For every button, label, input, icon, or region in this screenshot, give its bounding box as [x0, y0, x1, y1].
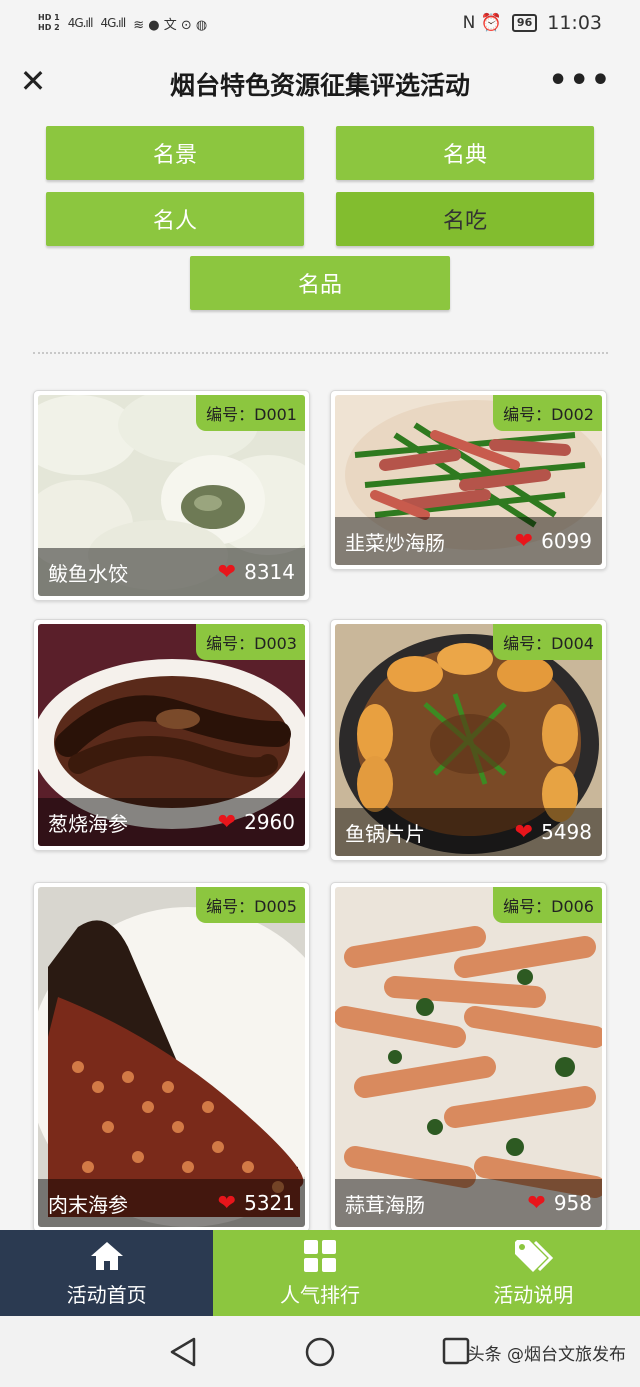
dish-name: 蒜茸海肠: [345, 1192, 425, 1217]
heart-icon[interactable]: ❤: [515, 529, 533, 554]
status-bar: HD 1 HD 2 4G.ıll 4G.ıll ≋ ● 文 ⊙ ◍ N ⏰ 96…: [0, 0, 640, 46]
divider: [33, 352, 608, 354]
dish-code-badge: 编号：D001: [196, 395, 305, 431]
dish-name: 韭菜炒海肠: [345, 530, 445, 555]
vote-number: 5321: [244, 1191, 295, 1215]
garlic-sea-worm-image: [335, 887, 602, 1227]
bottom-nav: 活动首页 人气排行 活动说明: [0, 1230, 640, 1316]
page-title: 烟台特色资源征集评选活动: [169, 71, 470, 100]
card-footer: 韭菜炒海肠 ❤ 6099: [335, 517, 602, 565]
home-circle-icon[interactable]: [304, 1336, 336, 1368]
dish-card[interactable]: 编号：D002 韭菜炒海肠 ❤ 6099: [330, 390, 607, 570]
vote-count: ❤ 8314: [218, 560, 295, 585]
dish-image: 编号：D005 肉末海参 ❤ 5321: [38, 887, 305, 1227]
recents-square-icon[interactable]: [441, 1336, 471, 1366]
dish-card[interactable]: 编号：D005 肉末海参 ❤ 5321: [33, 882, 310, 1230]
dish-name: 肉末海参: [48, 1192, 128, 1217]
card-footer: 肉末海参 ❤ 5321: [38, 1179, 305, 1227]
dish-code-badge: 编号：D002: [493, 395, 602, 431]
nav-label: 活动说明: [493, 1282, 574, 1307]
category-button-mingdian[interactable]: 名典: [336, 126, 594, 180]
category-button-mingpin[interactable]: 名品: [190, 256, 450, 310]
dish-code-badge: 编号：D004: [493, 624, 602, 660]
heart-icon[interactable]: ❤: [527, 1191, 545, 1216]
heart-icon[interactable]: ❤: [218, 1191, 236, 1216]
nfc-alarm-icon: N ⏰: [462, 13, 502, 33]
status-icons: ≋ ● 文 ⊙ ◍: [133, 17, 208, 33]
dish-card[interactable]: 编号：D004 鱼锅片片 ❤ 5498: [330, 619, 607, 861]
nav-label: 人气排行: [279, 1282, 360, 1307]
dish-image: 编号：D003 葱烧海参 ❤ 2960: [38, 624, 305, 846]
category-button-mingjing[interactable]: 名景: [46, 126, 304, 180]
minced-pork-sea-cucumber-image: [38, 887, 305, 1227]
dish-code-badge: 编号：D003: [196, 624, 305, 660]
status-time: 11:03: [547, 12, 602, 34]
status-right: N ⏰ 96 11:03: [463, 12, 602, 34]
nav-item-ranking[interactable]: 人气排行: [213, 1230, 427, 1316]
vote-number: 5498: [541, 820, 592, 844]
vote-count: ❤ 5498: [515, 820, 592, 845]
grid-icon: [303, 1239, 337, 1273]
battery-icon: 96: [511, 14, 538, 32]
vote-number: 958: [553, 1191, 592, 1215]
heart-icon[interactable]: ❤: [515, 820, 533, 845]
card-footer: 葱烧海参 ❤ 2960: [38, 798, 305, 846]
vote-number: 6099: [541, 529, 592, 553]
card-footer: 鱼锅片片 ❤ 5498: [335, 808, 602, 856]
dish-name: 葱烧海参: [48, 811, 128, 836]
dish-image: 编号：D002 韭菜炒海肠 ❤ 6099: [335, 395, 602, 565]
heart-icon[interactable]: ❤: [218, 810, 236, 835]
card-footer: 蒜茸海肠 ❤ 958: [335, 1179, 602, 1227]
tag-icon: [513, 1239, 554, 1273]
dish-code-badge: 编号：D006: [493, 887, 602, 923]
card-footer: 鲅鱼水饺 ❤ 8314: [38, 548, 305, 596]
vote-count: ❤ 5321: [218, 1191, 295, 1216]
hd2-label: HD 2: [38, 23, 60, 32]
dish-name: 鱼锅片片: [345, 821, 425, 846]
signal-icon-2: 4G.ıll: [100, 16, 126, 30]
nav-item-about[interactable]: 活动说明: [426, 1230, 640, 1316]
dish-name: 鲅鱼水饺: [48, 561, 128, 586]
hd-indicator: HD 1 HD 2: [38, 13, 60, 33]
dish-card[interactable]: 编号：D003 葱烧海参 ❤ 2960: [33, 619, 310, 851]
vote-count: ❤ 958: [527, 1191, 592, 1216]
more-icon[interactable]: •••: [548, 66, 612, 96]
watermark: 头条 @烟台文旅发布: [467, 1345, 626, 1365]
dish-card[interactable]: 编号：D001 鲅鱼水饺 ❤ 8314: [33, 390, 310, 601]
content-area[interactable]: 名景 名典 名人 名吃 名品 编号：D001 鲅鱼水饺 ❤ 8314 编号：D0…: [0, 122, 640, 1230]
category-button-mingren[interactable]: 名人: [46, 192, 304, 246]
vote-number: 8314: [244, 560, 295, 584]
vote-count: ❤ 2960: [218, 810, 295, 835]
dish-image: 编号：D001 鲅鱼水饺 ❤ 8314: [38, 395, 305, 596]
title-bar: ✕ 烟台特色资源征集评选活动 •••: [0, 46, 640, 122]
nav-label: 活动首页: [66, 1282, 147, 1307]
home-icon: [89, 1239, 125, 1273]
close-icon[interactable]: ✕: [18, 65, 48, 97]
system-nav-bar: 头条 @烟台文旅发布: [0, 1316, 640, 1387]
vote-count: ❤ 6099: [515, 529, 592, 554]
dish-image: 编号：D004 鱼锅片片 ❤ 5498: [335, 624, 602, 856]
signal-icon-1: 4G.ıll: [67, 16, 94, 30]
status-left: HD 1 HD 2 4G.ıll 4G.ıll ≋ ● 文 ⊙ ◍: [38, 13, 207, 33]
category-button-mingchi[interactable]: 名吃: [336, 192, 594, 246]
back-triangle-icon[interactable]: [168, 1336, 198, 1368]
heart-icon[interactable]: ❤: [218, 560, 236, 585]
dish-card[interactable]: 编号：D006 蒜茸海肠 ❤ 958: [330, 882, 607, 1230]
dish-image: 编号：D006 蒜茸海肠 ❤ 958: [335, 887, 602, 1227]
hd1-label: HD 1: [38, 13, 60, 22]
nav-item-home[interactable]: 活动首页: [0, 1230, 214, 1316]
vote-number: 2960: [244, 810, 295, 834]
dish-code-badge: 编号：D005: [196, 887, 305, 923]
